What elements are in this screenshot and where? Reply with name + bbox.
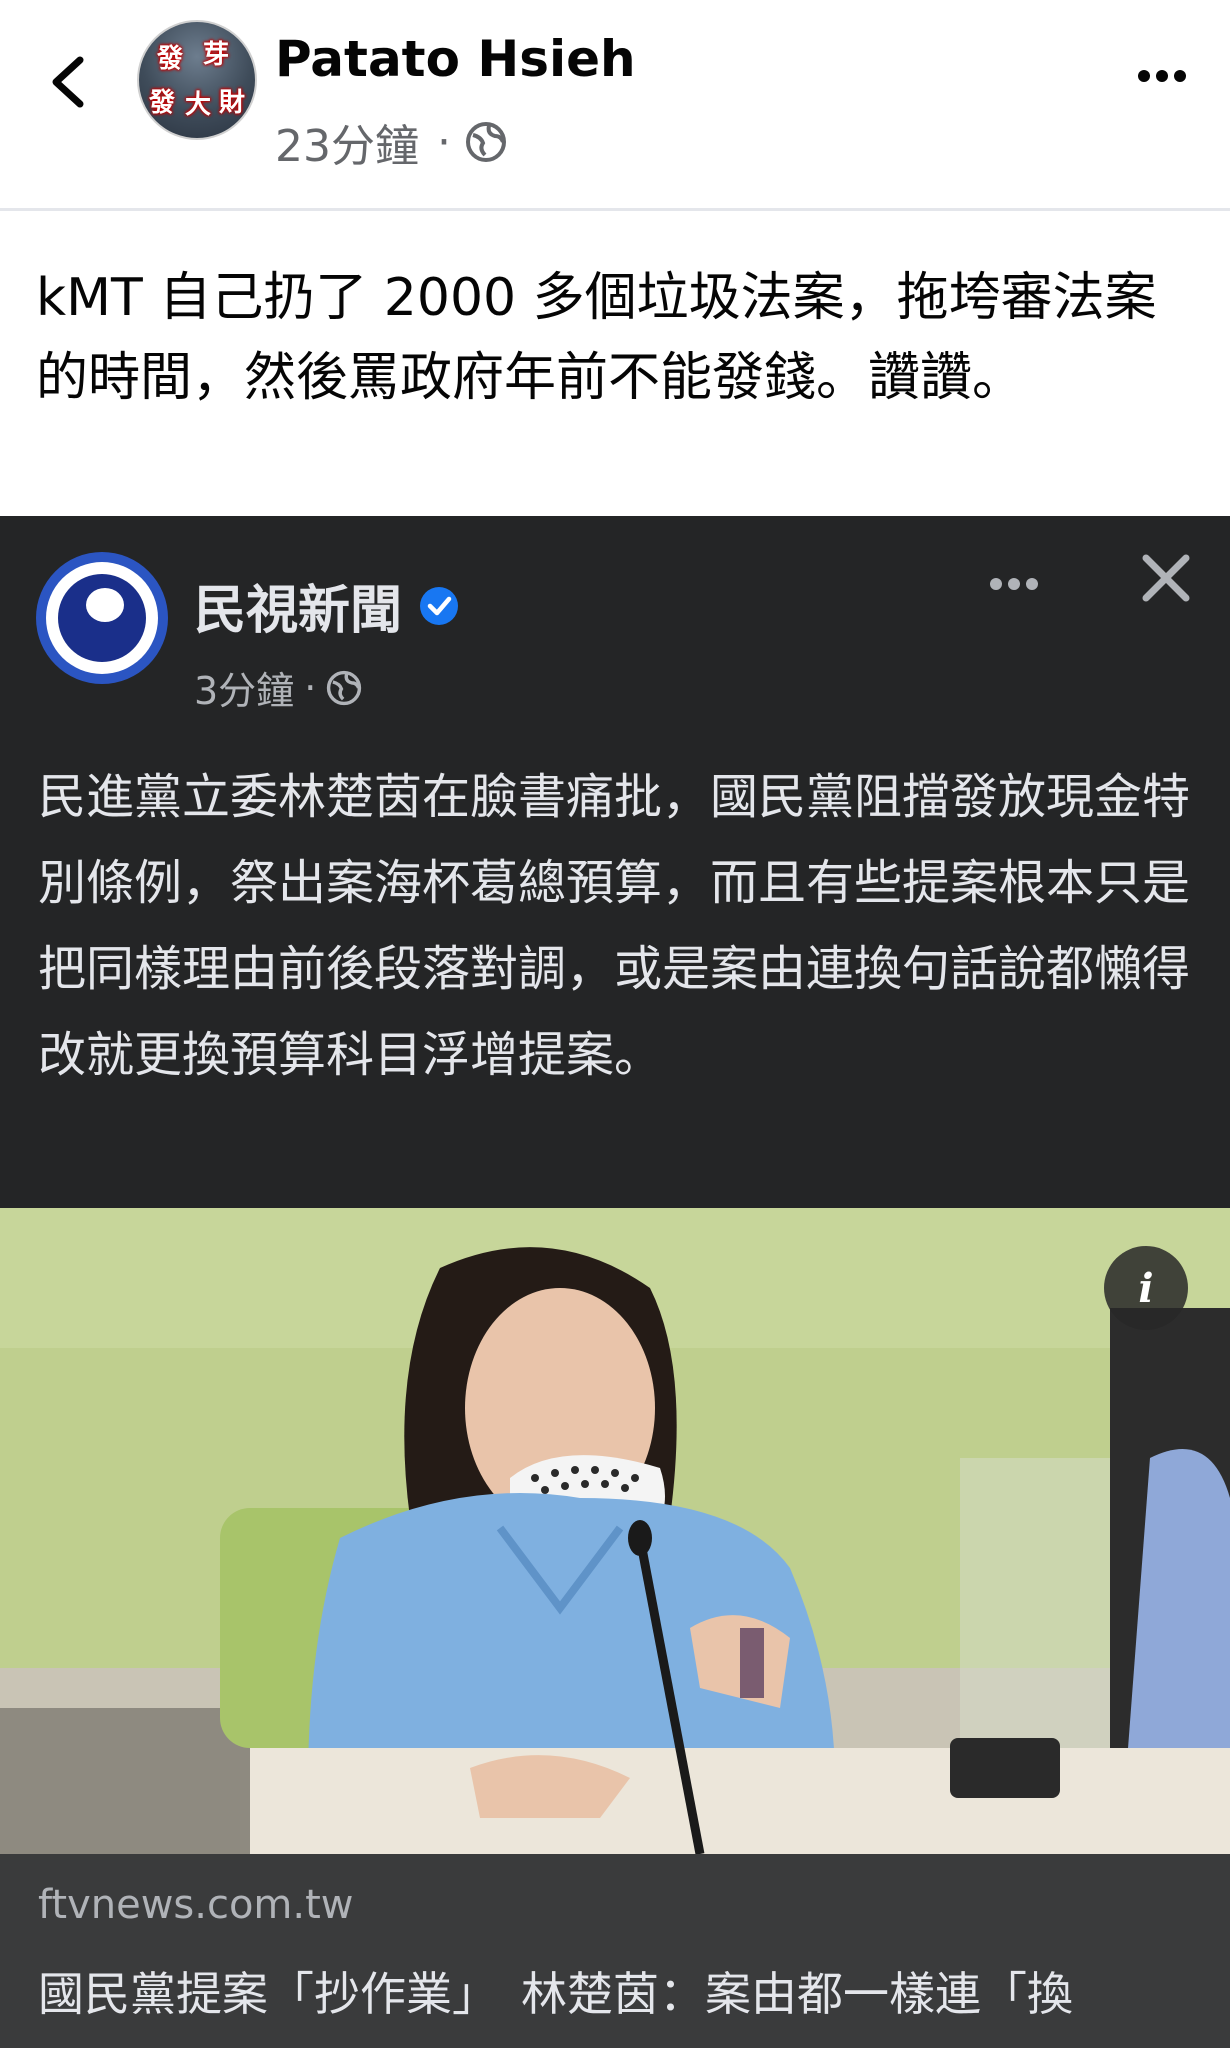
post-meta: 23分鐘 · [275,110,507,174]
avatar-text-1: 發 [157,44,184,74]
page-logo[interactable] [36,552,168,684]
meta-separator: · [437,116,451,168]
avatar-text-5: 財 [219,88,246,118]
shared-meta: 3分鐘 · [194,660,362,715]
close-icon[interactable] [1140,552,1192,604]
more-options-icon[interactable] [1136,64,1188,88]
logo-highlight [86,588,124,622]
shared-time[interactable]: 3分鐘 [194,660,294,715]
logo-iris [58,574,146,662]
shared-more-options-icon[interactable] [988,574,1040,594]
shared-post-text: 民進黨立委林楚茵在臉書痛批，國民黨阻擋發放現金特別條例，祭出案海杯葛總預算，而且… [38,769,1191,1083]
post-time[interactable]: 23分鐘 [275,110,419,174]
article-photo[interactable] [0,1208,1230,1854]
logo-ring [46,562,158,674]
avatar-text-3: 發 [149,88,176,118]
author-avatar[interactable]: 發 芽 發 大 財 [137,20,257,140]
globe-icon [466,122,506,162]
back-chevron-icon[interactable] [46,52,90,112]
photo-illustration [0,1208,1230,1854]
photo-info-button[interactable]: i [1104,1246,1188,1330]
shared-page-name-row: 民視新聞 [194,568,460,643]
link-domain: ftvnews.com.tw [38,1882,354,1928]
shared-page-name[interactable]: 民視新聞 [194,568,402,643]
globe-icon [327,670,362,705]
link-headline[interactable]: 國民黨提案「抄作業」 林楚茵：案由都一樣連「換 [38,1958,1218,2024]
author-name[interactable]: Patato Hsieh [275,30,636,88]
header-divider [0,208,1230,211]
avatar-text-2: 芽 [203,40,230,70]
post-body-text: kMT 自己扔了 2000 多個垃圾法案，拖垮審法案的時間，然後罵政府年前不能發… [36,268,1157,408]
verified-badge-icon [420,586,459,625]
shared-meta-separator: · [304,665,317,710]
avatar-text-4: 大 [185,90,212,120]
